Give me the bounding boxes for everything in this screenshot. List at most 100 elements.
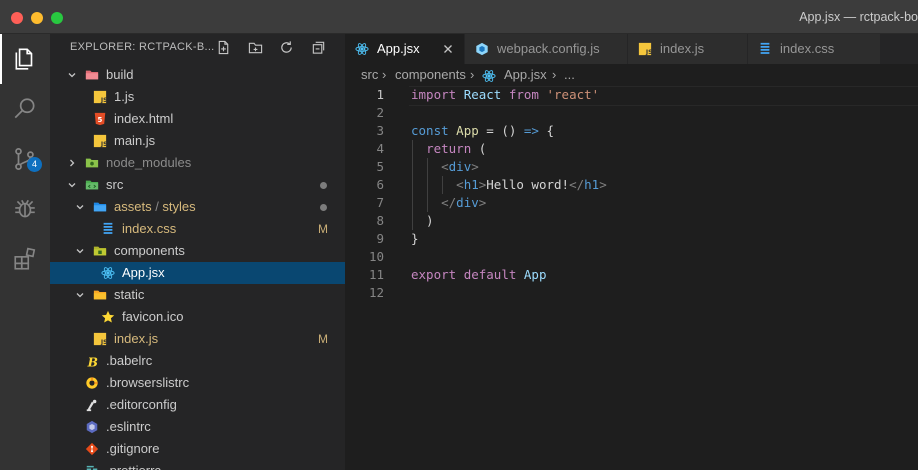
folder-name-styles: styles (162, 199, 196, 214)
tree-item-node-modules[interactable]: node_modules (50, 152, 345, 174)
code-line[interactable]: 8 ) (345, 212, 918, 230)
tree-item-assets-styles[interactable]: assets / styles (50, 196, 345, 218)
tree-item-src[interactable]: src (50, 174, 345, 196)
code-token: const (411, 123, 449, 138)
code-token: ) (411, 213, 434, 228)
code-token: </ (569, 177, 585, 192)
folder-separator: / (151, 199, 163, 214)
chevron-right-icon: › (382, 67, 387, 82)
react-icon (355, 42, 369, 56)
breadcrumb-app-jsx[interactable]: App.jsx (504, 64, 547, 86)
breadcrumb-components[interactable]: components (395, 64, 466, 86)
tree-item-static[interactable]: static (50, 284, 345, 306)
html-file-icon: 5 (93, 112, 107, 126)
folder-closed-icon (85, 156, 99, 170)
browserslist-icon (85, 376, 99, 390)
line-number: 8 (376, 213, 384, 228)
code-line[interactable]: 11 export default App (345, 266, 918, 284)
react-icon (482, 68, 496, 82)
close-window-button[interactable] (11, 12, 23, 24)
code-line[interactable]: 9} (345, 230, 918, 248)
refresh-button[interactable] (276, 37, 296, 57)
maximize-window-button[interactable] (51, 12, 63, 24)
css-file-icon (101, 222, 115, 236)
svg-text:B: B (87, 354, 98, 368)
tree-item-index-js[interactable]: JS index.js M (50, 328, 345, 350)
breadcrumb-src[interactable]: src (361, 64, 378, 86)
tree-item-editorconfig[interactable]: .editorconfig (50, 394, 345, 416)
tree-item-browserslistrc[interactable]: .browserslistrc (50, 372, 345, 394)
code-token: import (411, 87, 457, 102)
code-line[interactable]: 7 </div> (345, 194, 918, 212)
code-line[interactable]: 10 (345, 248, 918, 266)
tree-item-favicon[interactable]: favicon.ico (50, 306, 345, 328)
modified-indicator: M (318, 222, 328, 236)
line-number: 5 (376, 159, 384, 174)
code-editor[interactable]: 1 import React from 'react' 2 3 const App = … (345, 86, 918, 302)
code-line[interactable]: 2 (345, 104, 918, 122)
collapse-all-button[interactable] (308, 37, 328, 57)
line-number: 11 (368, 267, 384, 282)
folder-src-icon (85, 178, 99, 192)
code-token: { (538, 123, 555, 138)
tree-item-build[interactable]: build (50, 64, 345, 86)
line-number: 10 (368, 249, 384, 264)
tree-item-1-js[interactable]: JS 1.js (50, 86, 345, 108)
code-line[interactable]: 5 <div> (345, 158, 918, 176)
tab-label: index.js (660, 41, 705, 56)
code-token: div (448, 159, 472, 174)
code-text: } (411, 230, 419, 248)
code-text: return ( (411, 140, 486, 158)
tree-item-index-css[interactable]: index.css M (50, 218, 345, 240)
tree-item-gitignore[interactable]: .gitignore (50, 438, 345, 460)
code-token: } (411, 231, 419, 246)
code-token: < (441, 159, 449, 174)
code-line[interactable]: 12 (345, 284, 918, 302)
new-file-button[interactable] (213, 37, 233, 57)
search-activity-button[interactable] (0, 84, 50, 134)
breadcrumb-symbol[interactable]: ... (564, 64, 575, 86)
new-folder-button[interactable] (245, 37, 265, 57)
line-number: 4 (376, 141, 384, 156)
code-line[interactable]: 4 return ( (345, 140, 918, 158)
line-number: 3 (376, 123, 384, 138)
tree-item-main-js[interactable]: JS main.js (50, 130, 345, 152)
code-token: App (523, 267, 547, 282)
tree-item-label: src (106, 177, 124, 192)
explorer-header: EXPLORER: RCTPACK-B... (50, 34, 345, 60)
react-icon (101, 266, 115, 280)
new-folder-icon (248, 42, 262, 53)
extensions-activity-button[interactable] (0, 234, 50, 284)
tree-item-babelrc[interactable]: B .babelrc (50, 350, 345, 372)
modified-dot (320, 204, 327, 211)
tree-item-components[interactable]: components (50, 240, 345, 262)
line-number: 2 (376, 105, 384, 120)
tree-item-label: assets / styles (114, 196, 196, 218)
source-control-activity-button[interactable]: 4 (0, 134, 50, 184)
code-line[interactable]: 6 <h1>Hello word!</h1> (345, 176, 918, 194)
tree-item-eslintrc[interactable]: .eslintrc (50, 416, 345, 438)
tree-item-app-jsx[interactable]: App.jsx (50, 262, 345, 284)
tree-item-label: .gitignore (106, 441, 160, 456)
tree-item-index-html[interactable]: 5 index.html (50, 108, 345, 130)
code-line[interactable]: 1 import React from 'react' (345, 86, 918, 106)
tree-item-prettierrc[interactable]: .prettierrc (50, 460, 345, 470)
tab-index-js[interactable]: JS index.js (628, 34, 748, 64)
activity-bar: 4 (0, 34, 50, 470)
tree-item-label: static (114, 287, 145, 302)
tab-webpack-config[interactable]: webpack.config.js (465, 34, 628, 64)
minimize-window-button[interactable] (31, 12, 43, 24)
editor-area: App.jsx webpack.config.js JS index.js in… (345, 34, 918, 470)
tab-app-jsx[interactable]: App.jsx (345, 34, 465, 64)
search-icon (14, 98, 35, 119)
explorer-activity-button[interactable] (0, 34, 50, 84)
close-icon[interactable] (442, 43, 454, 55)
source-control-badge: 4 (27, 157, 42, 172)
tab-index-css[interactable]: index.css (748, 34, 881, 64)
debug-activity-button[interactable] (0, 184, 50, 234)
code-line[interactable]: 3 const App = () => { (345, 122, 918, 140)
title-bar: App.jsx — rctpack-bo (0, 0, 918, 34)
js-file-icon: JS (638, 42, 652, 56)
code-token: div (456, 195, 479, 210)
